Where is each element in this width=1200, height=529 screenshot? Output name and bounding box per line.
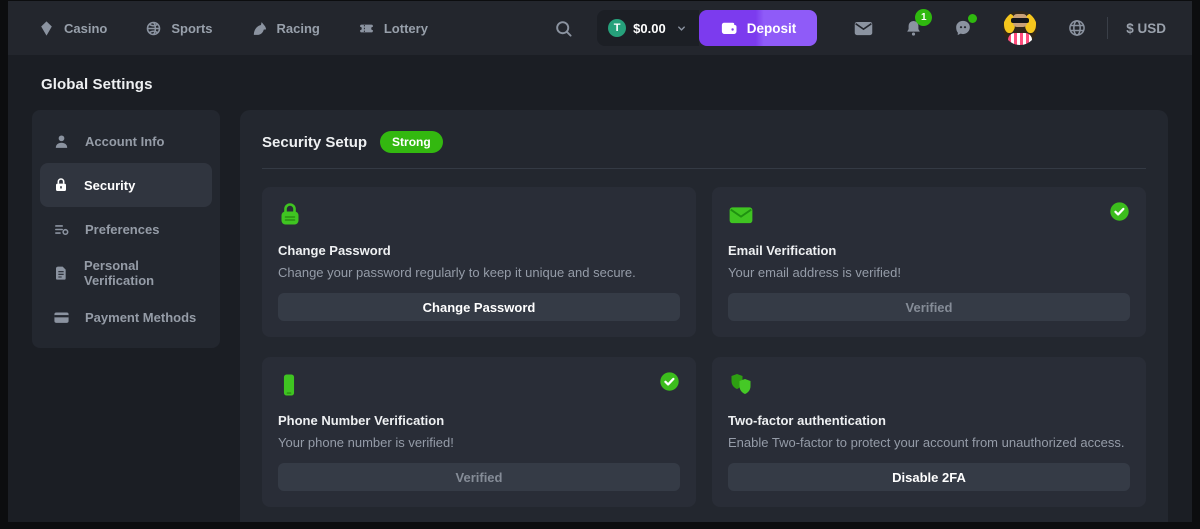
card-description: Your phone number is verified! (278, 435, 680, 450)
nav-label: Lottery (384, 21, 428, 36)
sidebar-item-preferences[interactable]: Preferences (40, 207, 212, 251)
sidebar-item-label: Personal Verification (84, 258, 199, 288)
racing-icon (251, 20, 268, 37)
language-button[interactable] (1067, 18, 1087, 38)
currency-selector[interactable]: $ USD (1126, 21, 1166, 36)
security-cards: Change Password Change your password reg… (262, 187, 1146, 507)
app-screen: Casino Sports Racing Lottery (8, 1, 1192, 522)
email-verified-button[interactable]: Verified (728, 293, 1130, 321)
card-title: Two-factor authentication (728, 413, 1130, 428)
globe-icon (1067, 18, 1087, 38)
sidebar-item-label: Preferences (85, 222, 159, 237)
sidebar-item-personal-verification[interactable]: Personal Verification (40, 251, 212, 295)
divider (1107, 17, 1108, 39)
search-icon (554, 19, 573, 38)
change-password-button[interactable]: Change Password (278, 293, 680, 321)
phone-verified-button[interactable]: Verified (278, 463, 680, 491)
nav-label: Casino (64, 21, 107, 36)
credit-card-icon (53, 309, 70, 326)
notifications-button[interactable]: 1 (904, 19, 923, 38)
card-title: Phone Number Verification (278, 413, 680, 428)
nav-item-racing[interactable]: Racing (251, 20, 320, 37)
balance-amount: $0.00 (633, 21, 666, 36)
notification-badge: 1 (915, 9, 932, 26)
wallet-group: T $0.00 Deposit (597, 10, 817, 46)
primary-nav: Casino Sports Racing Lottery (38, 20, 428, 37)
card-two-factor: Two-factor authentication Enable Two-fac… (712, 357, 1146, 507)
panel-header: Security Setup Strong (262, 131, 1146, 153)
nav-item-sports[interactable]: Sports (145, 20, 212, 37)
document-icon (53, 265, 69, 281)
envelope-icon (728, 202, 1130, 228)
chat-button[interactable] (953, 18, 973, 38)
nav-right-cluster: T $0.00 Deposit (554, 10, 1166, 46)
avatar-art (1011, 18, 1029, 23)
sidebar-item-security[interactable]: Security (40, 163, 212, 207)
verified-check-icon (1109, 201, 1130, 222)
nav-label: Racing (277, 21, 320, 36)
sidebar-item-label: Payment Methods (85, 310, 196, 325)
sidebar-item-payment-methods[interactable]: Payment Methods (40, 295, 212, 339)
card-title: Email Verification (728, 243, 1130, 258)
page-title: Global Settings (41, 76, 1168, 93)
sports-icon (145, 20, 162, 37)
messages-button[interactable] (853, 18, 874, 39)
strength-badge: Strong (380, 131, 443, 153)
card-description: Enable Two-factor to protect your accoun… (728, 435, 1130, 450)
app-frame: Casino Sports Racing Lottery (0, 0, 1200, 529)
padlock-icon (278, 202, 680, 228)
card-phone-verification: Phone Number Verification Your phone num… (262, 357, 696, 507)
nav-item-lottery[interactable]: Lottery (358, 20, 428, 37)
settings-layout: Account Info Security Preferences (32, 110, 1168, 522)
avatar-art (1008, 33, 1032, 45)
sidebar-item-account-info[interactable]: Account Info (40, 119, 212, 163)
security-panel: Security Setup Strong Change Password Ch… (240, 110, 1168, 522)
wallet-icon (720, 19, 738, 37)
card-change-password: Change Password Change your password reg… (262, 187, 696, 337)
card-description: Change your password regularly to keep i… (278, 265, 680, 280)
disable-2fa-button[interactable]: Disable 2FA (728, 463, 1130, 491)
top-navbar: Casino Sports Racing Lottery (8, 1, 1192, 55)
card-title: Change Password (278, 243, 680, 258)
smartphone-icon (278, 372, 680, 398)
panel-title: Security Setup (262, 134, 367, 151)
lock-icon (53, 177, 69, 193)
verified-check-icon (659, 371, 680, 392)
deposit-label: Deposit (747, 21, 797, 36)
nav-label: Sports (171, 21, 212, 36)
sidebar-item-label: Account Info (85, 134, 164, 149)
settings-sidebar: Account Info Security Preferences (32, 110, 220, 348)
nav-item-casino[interactable]: Casino (38, 20, 107, 37)
mail-icon (853, 18, 874, 39)
balance-dropdown[interactable]: T $0.00 (597, 10, 699, 46)
deposit-button[interactable]: Deposit (699, 10, 818, 46)
card-description: Your email address is verified! (728, 265, 1130, 280)
sidebar-item-label: Security (84, 178, 135, 193)
lottery-icon (358, 20, 375, 37)
sliders-icon (53, 221, 70, 238)
double-shield-icon (728, 372, 1130, 398)
search-button[interactable] (554, 19, 573, 38)
nav-utility-icons: 1 (853, 11, 1087, 45)
online-status-dot (968, 14, 977, 23)
tether-icon: T (608, 19, 626, 37)
casino-icon (38, 20, 55, 37)
settings-page: Global Settings Account Info Security (8, 76, 1192, 522)
chevron-down-icon (676, 23, 687, 34)
divider (262, 168, 1146, 169)
person-icon (53, 133, 70, 150)
card-email-verification: Email Verification Your email address is… (712, 187, 1146, 337)
user-avatar[interactable] (1003, 11, 1037, 45)
